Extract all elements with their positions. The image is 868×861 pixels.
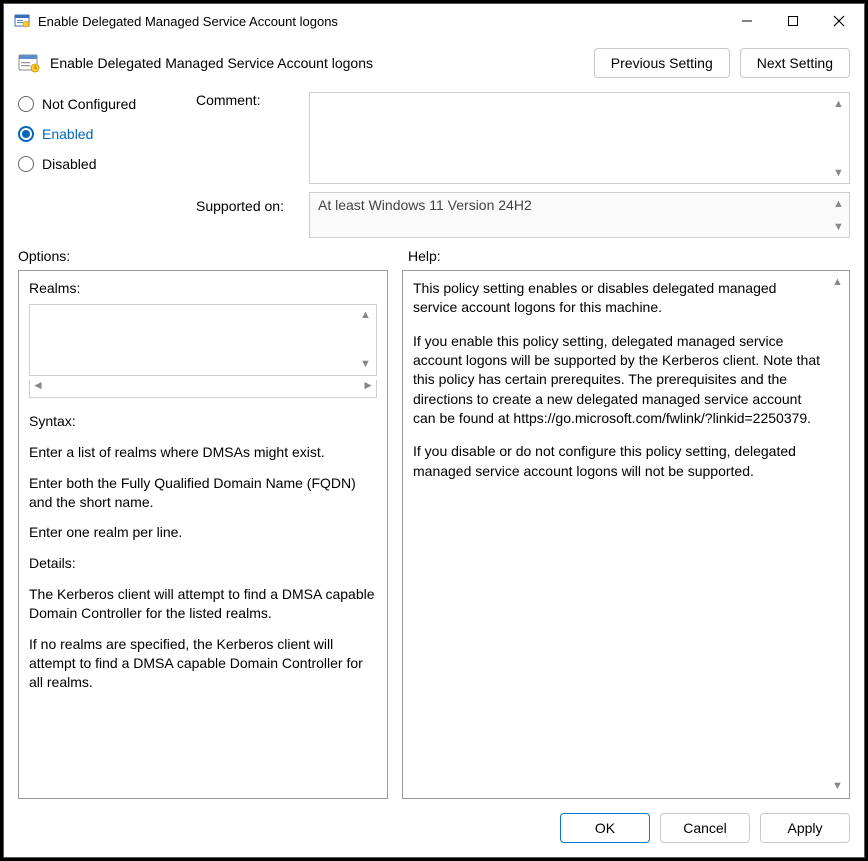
options-panel: Realms: ▲ ▼ ◄ ► Syntax: Enter a list of … [18, 270, 388, 799]
scroll-up-icon[interactable]: ▲ [829, 274, 846, 291]
apply-button[interactable]: Apply [760, 813, 850, 843]
scroll-up-icon[interactable]: ▲ [830, 95, 847, 112]
previous-setting-button[interactable]: Previous Setting [594, 48, 730, 78]
scroll-up-icon[interactable]: ▲ [830, 195, 847, 212]
realms-label: Realms: [29, 279, 377, 298]
window-buttons [724, 4, 862, 38]
scroll-up-icon[interactable]: ▲ [357, 307, 374, 324]
state-radio-group: Not Configured Enabled Disabled [18, 92, 188, 238]
scroll-down-icon[interactable]: ▼ [830, 164, 847, 181]
supported-on-label: Supported on: [196, 192, 301, 214]
realms-textarea[interactable]: ▲ ▼ [29, 304, 377, 376]
titlebar: Enable Delegated Managed Service Account… [4, 4, 864, 38]
radio-icon [18, 96, 34, 112]
radio-icon [18, 156, 34, 172]
help-panel: ▲ This policy setting enables or disable… [402, 270, 850, 799]
config-area: Not Configured Enabled Disabled Comment:… [4, 92, 864, 248]
help-text: If you disable or do not configure this … [413, 442, 823, 481]
scroll-down-icon[interactable]: ▼ [830, 218, 847, 235]
scroll-left-icon[interactable]: ◄ [32, 377, 44, 393]
syntax-text: Enter both the Fully Qualified Domain Na… [29, 474, 377, 512]
minimize-button[interactable] [724, 5, 770, 37]
window-title: Enable Delegated Managed Service Account… [38, 14, 724, 29]
ok-button[interactable]: OK [560, 813, 650, 843]
radio-label: Enabled [42, 126, 93, 142]
main-panels: Realms: ▲ ▼ ◄ ► Syntax: Enter a list of … [4, 270, 864, 799]
radio-not-configured[interactable]: Not Configured [18, 96, 188, 112]
radio-disabled[interactable]: Disabled [18, 156, 188, 172]
realms-hscroll[interactable]: ◄ ► [29, 380, 377, 398]
section-labels: Options: Help: [4, 248, 864, 270]
details-text: The Kerberos client will attempt to find… [29, 585, 377, 623]
details-text: If no realms are specified, the Kerberos… [29, 635, 377, 692]
dialog-window: Enable Delegated Managed Service Account… [3, 3, 865, 858]
scroll-down-icon[interactable]: ▼ [357, 356, 374, 373]
syntax-heading: Syntax: [29, 412, 377, 431]
comment-label: Comment: [196, 92, 301, 192]
radio-icon [18, 126, 34, 142]
options-label: Options: [18, 248, 388, 264]
app-icon [14, 13, 30, 29]
dialog-footer: OK Cancel Apply [4, 799, 864, 857]
policy-icon [18, 52, 40, 74]
maximize-button[interactable] [770, 5, 816, 37]
next-setting-button[interactable]: Next Setting [740, 48, 850, 78]
page-title: Enable Delegated Managed Service Account… [50, 55, 594, 71]
scroll-right-icon[interactable]: ► [362, 377, 374, 393]
syntax-text: Enter one realm per line. [29, 523, 377, 542]
field-values: ▲ ▼ At least Windows 11 Version 24H2 ▲ ▼ [309, 92, 850, 238]
header-row: Enable Delegated Managed Service Account… [4, 38, 864, 92]
cancel-button[interactable]: Cancel [660, 813, 750, 843]
syntax-text: Enter a list of realms where DMSAs might… [29, 443, 377, 462]
supported-on-value: At least Windows 11 Version 24H2 [318, 197, 532, 213]
supported-on-field: At least Windows 11 Version 24H2 ▲ ▼ [309, 192, 850, 238]
help-text: This policy setting enables or disables … [413, 279, 823, 318]
radio-label: Not Configured [42, 96, 136, 112]
radio-enabled[interactable]: Enabled [18, 126, 188, 142]
help-text: If you enable this policy setting, deleg… [413, 332, 823, 429]
details-heading: Details: [29, 554, 377, 573]
comment-textarea[interactable]: ▲ ▼ [309, 92, 850, 184]
help-label: Help: [408, 248, 850, 264]
radio-label: Disabled [42, 156, 96, 172]
close-button[interactable] [816, 5, 862, 37]
nav-buttons: Previous Setting Next Setting [594, 48, 850, 78]
scroll-down-icon[interactable]: ▼ [829, 778, 846, 795]
field-labels: Comment: Supported on: [196, 92, 301, 238]
